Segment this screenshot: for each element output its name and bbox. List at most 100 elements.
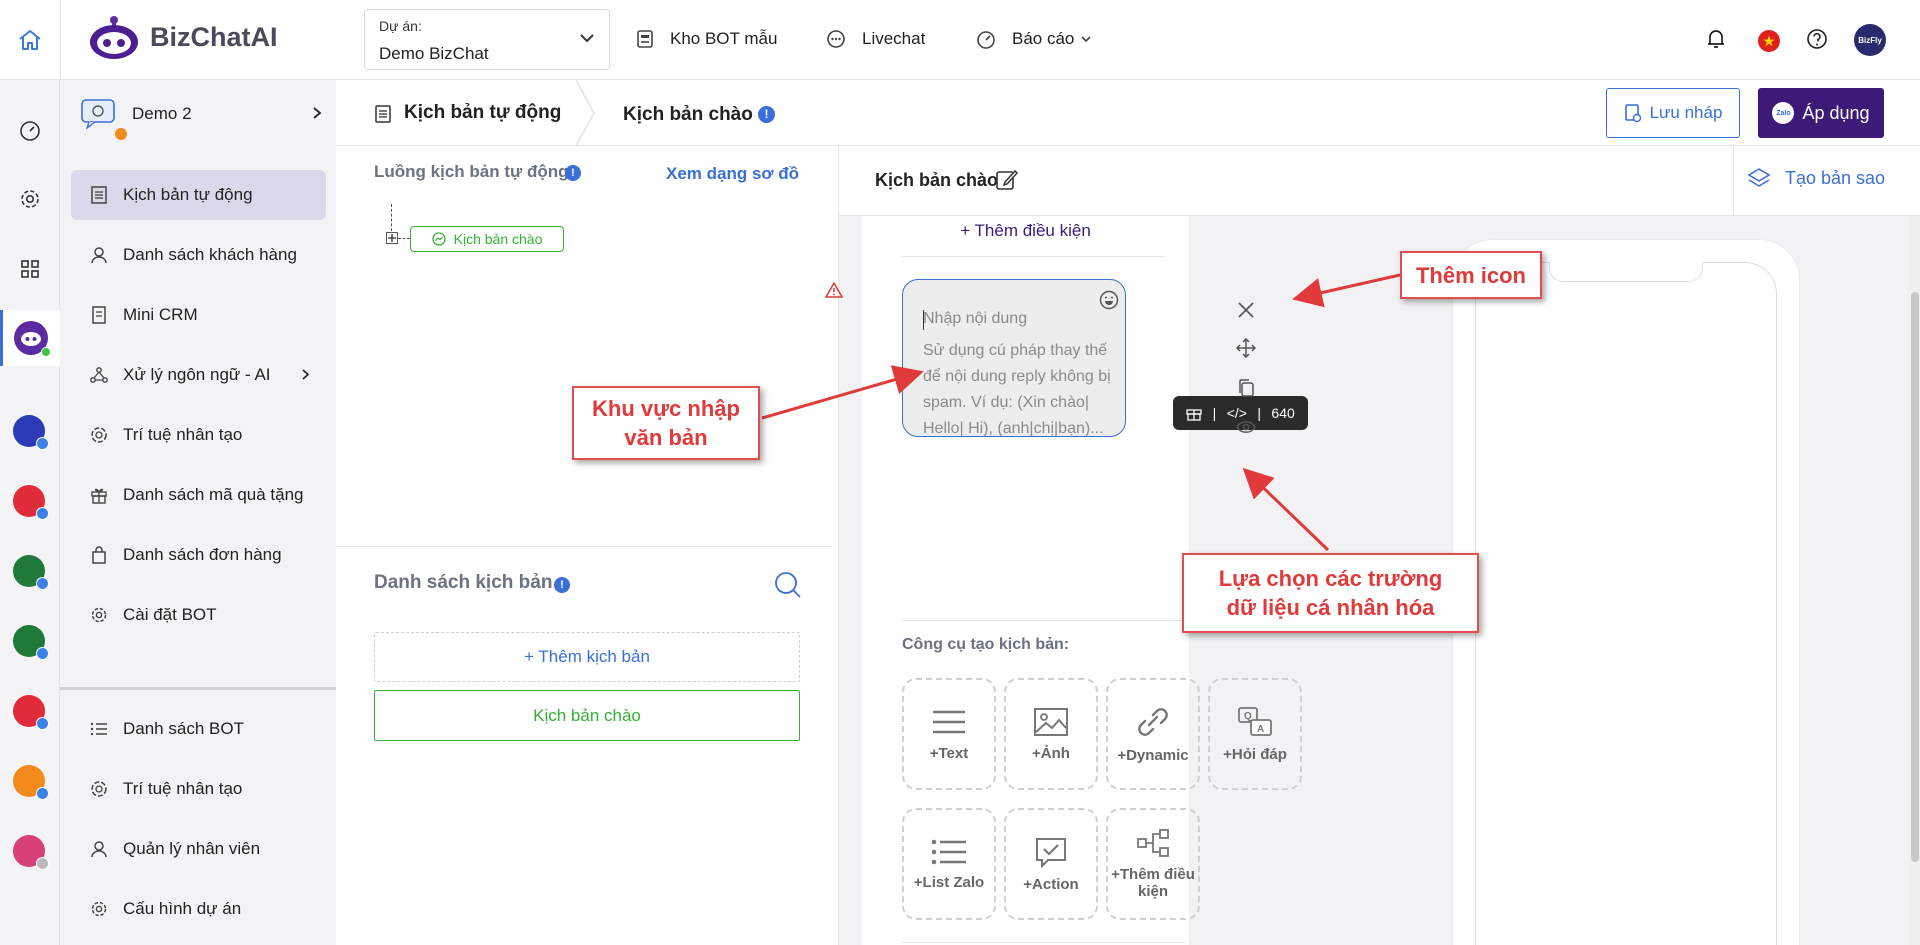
bizchat-logo-icon[interactable] xyxy=(88,14,140,62)
tool-label: +Dynamic xyxy=(1117,746,1189,764)
nav-reports-label: Báo cáo xyxy=(1012,29,1075,48)
gauge-icon[interactable] xyxy=(19,120,41,142)
edit-icon[interactable] xyxy=(995,168,1019,192)
flow-title: Luồng kịch bản tự động xyxy=(374,162,569,181)
sidebar-item-project-config[interactable]: Cấu hình dự án xyxy=(71,884,326,934)
info-icon[interactable]: ! xyxy=(758,106,775,123)
script-list-item[interactable]: Kịch bản chào xyxy=(374,690,800,741)
sidebar-item-label: Cài đặt BOT xyxy=(123,605,217,624)
editor-header: Kịch bản chào Tạo bản sao xyxy=(839,146,1920,216)
duplicate-button[interactable]: Tạo bản sao xyxy=(1747,166,1885,190)
sidebar-item-auto-scripts[interactable]: Kịch bản tự động xyxy=(71,170,326,220)
sidebar-item-label: Trí tuệ nhân tạo xyxy=(123,779,243,798)
avatar[interactable]: BizFly xyxy=(1854,24,1886,56)
sidebar-item-mini-crm[interactable]: Mini CRM xyxy=(71,290,326,340)
tool-action-button[interactable]: +Action xyxy=(1004,808,1098,920)
close-icon[interactable] xyxy=(1236,300,1256,320)
info-icon[interactable]: ! xyxy=(554,577,570,593)
tool-label: +Ảnh xyxy=(1032,744,1070,762)
code-tag-button[interactable]: </> xyxy=(1227,405,1247,421)
vietnam-flag-icon[interactable] xyxy=(1758,30,1780,52)
eye-icon[interactable] xyxy=(1236,420,1256,434)
sidebar-item-bot-list[interactable]: Danh sách BOT xyxy=(71,704,326,754)
draft-icon xyxy=(1624,104,1641,123)
breadcrumb-separator xyxy=(574,80,598,146)
app-icon-sync[interactable] xyxy=(13,415,49,450)
chevron-right-icon[interactable] xyxy=(312,106,322,120)
search-icon[interactable] xyxy=(774,571,802,599)
nav-reports[interactable]: Báo cáo xyxy=(976,27,1092,51)
phone-notch xyxy=(1549,262,1703,282)
bell-icon[interactable] xyxy=(1706,28,1726,50)
nav-bot-templates[interactable]: Kho BOT mẫu xyxy=(636,27,777,51)
network-icon xyxy=(89,365,109,385)
zalo-icon: Zalo xyxy=(1772,102,1795,124)
flow-node[interactable]: Kịch bản chào xyxy=(410,226,564,252)
chevron-right-icon xyxy=(301,368,310,381)
app-icon-tree-2[interactable] xyxy=(13,625,49,660)
tool-image-button[interactable]: +Ảnh xyxy=(1004,678,1098,790)
message-textarea[interactable]: Nhập nội dung Sử dụng cú pháp thay thế đ… xyxy=(902,279,1308,437)
add-script-button[interactable]: + Thêm kịch bản xyxy=(374,632,800,682)
add-condition-link[interactable]: + Thêm điều kiện xyxy=(862,216,1189,246)
app-icon-tree[interactable] xyxy=(13,555,49,590)
svg-text:Q: Q xyxy=(1244,711,1252,722)
bot-name[interactable]: Demo 2 xyxy=(132,104,192,124)
sidebar-item-label: Quản lý nhân viên xyxy=(123,839,261,858)
sidebar-item-label: Danh sách BOT xyxy=(123,719,244,738)
apply-button[interactable]: Zalo Áp dụng xyxy=(1758,88,1884,138)
info-icon[interactable]: ! xyxy=(565,165,581,181)
sidebar-item-ai-2[interactable]: Trí tuệ nhân tạo xyxy=(71,764,326,814)
breadcrumb-first[interactable]: Kịch bản tự động xyxy=(404,102,561,124)
top-bar: BizChatAI Dự án: Demo BizChat Kho BOT mẫ… xyxy=(0,0,1920,80)
gift-icon[interactable] xyxy=(1186,405,1202,421)
save-draft-label: Lưu nháp xyxy=(1649,103,1723,122)
tool-text-button[interactable]: +Text xyxy=(902,678,996,790)
project-label: Dự án: xyxy=(379,18,422,34)
app-icon-mail[interactable] xyxy=(13,485,49,520)
scrollbar-thumb[interactable] xyxy=(1911,292,1919,862)
expand-plus-icon[interactable] xyxy=(386,232,398,244)
sidebar-item-label: Danh sách mã quà tặng xyxy=(123,485,304,504)
view-diagram-link[interactable]: Xem dạng sơ đồ xyxy=(666,164,799,184)
home-icon[interactable] xyxy=(0,0,60,80)
sidebar-item-label: Danh sách khách hàng xyxy=(123,245,297,264)
move-icon[interactable] xyxy=(1236,338,1256,358)
editor-title: Kịch bản chào xyxy=(875,170,999,190)
settings-icon[interactable] xyxy=(19,188,41,210)
apps-grid-icon[interactable] xyxy=(20,259,40,279)
sidebar-item-bot-settings[interactable]: Cài đặt BOT xyxy=(71,590,326,640)
sidebar-item-ai[interactable]: Trí tuệ nhân tạo xyxy=(71,410,326,460)
scrollbar[interactable] xyxy=(1910,216,1920,945)
breadcrumb-bar: Kịch bản tự động Kịch bản chào ! Lưu nhá… xyxy=(336,80,1920,146)
sidebar-item-nlp-ai[interactable]: Xử lý ngôn ngữ - AI xyxy=(71,350,326,400)
script-list-icon xyxy=(89,185,109,205)
app-rail xyxy=(0,80,60,945)
user-icon xyxy=(89,839,109,859)
save-draft-button[interactable]: Lưu nháp xyxy=(1606,88,1740,138)
sidebar-item-staff[interactable]: Quản lý nhân viên xyxy=(71,824,326,874)
flow-panel: Luồng kịch bản tự động ! Xem dạng sơ đồ … xyxy=(336,146,838,945)
tool-label: +Thêm điều kiện xyxy=(1111,866,1195,900)
annotation-text-area: Khu vực nhập văn bản xyxy=(572,386,760,460)
tool-dynamic-button[interactable]: +Dynamic xyxy=(1106,678,1200,790)
app-icon-heart[interactable] xyxy=(13,835,49,870)
phone-preview xyxy=(1453,240,1799,945)
sidebar-item-customers[interactable]: Danh sách khách hàng xyxy=(71,230,326,280)
sidebar-item-orders[interactable]: Danh sách đơn hàng xyxy=(71,530,326,580)
project-select[interactable]: Dự án: Demo BizChat xyxy=(364,9,610,70)
sidebar-item-gift-codes[interactable]: Danh sách mã quà tặng xyxy=(71,470,326,520)
help-icon[interactable] xyxy=(1806,28,1828,50)
app-icon-bag[interactable] xyxy=(13,765,49,800)
emoji-icon[interactable] xyxy=(1099,290,1119,310)
tool-list-zalo-button[interactable]: +List Zalo xyxy=(902,808,996,920)
app-icon-mail-2[interactable] xyxy=(13,695,49,730)
rail-bizchat-active[interactable] xyxy=(0,310,60,366)
copy-icon[interactable] xyxy=(1237,378,1255,398)
qa-icon: QA xyxy=(1238,706,1272,736)
tool-qa-button[interactable]: QA +Hỏi đáp xyxy=(1208,678,1302,790)
sidebar-item-label: Danh sách đơn hàng xyxy=(123,545,282,564)
annotation-personalize-fields: Lựa chọn các trường dữ liệu cá nhân hóa xyxy=(1182,553,1479,633)
tool-add-condition-button[interactable]: +Thêm điều kiện xyxy=(1106,808,1200,920)
nav-livechat[interactable]: Livechat xyxy=(826,27,925,51)
